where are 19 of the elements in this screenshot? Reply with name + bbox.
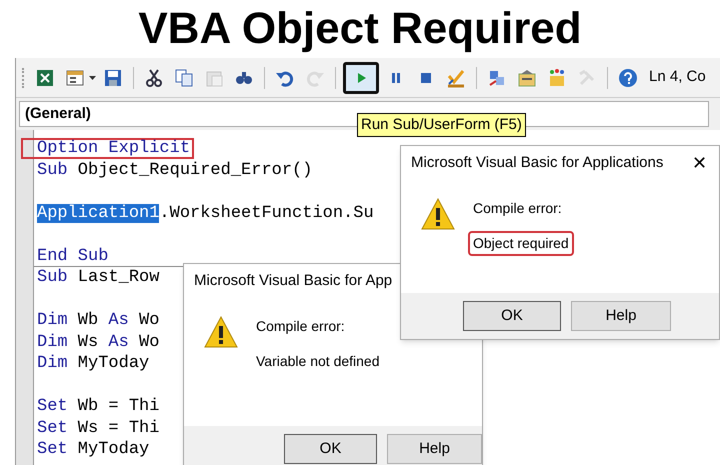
- error-heading: Compile error:: [473, 199, 563, 218]
- dialog-title: Microsoft Visual Basic for App: [194, 270, 392, 291]
- code-line: Dim MyToday: [37, 353, 150, 374]
- code-line: Dim Wb As Wo: [37, 310, 160, 330]
- error-message: Variable not defined: [256, 352, 380, 371]
- code-line: End Sub: [37, 246, 108, 266]
- code-line: Application1.WorksheetFunction.Su: [37, 202, 374, 223]
- code-line: Set MyToday: [37, 439, 150, 460]
- cursor-position: Ln 4, Co: [649, 67, 706, 88]
- code-line: Set Ws = Thi: [37, 418, 160, 438]
- error-message: Object required: [470, 233, 572, 254]
- dialog-title: Microsoft Visual Basic for Applications: [411, 152, 664, 173]
- error-heading: Compile error:: [256, 317, 346, 336]
- code-line: Dim Ws As Wo: [37, 332, 160, 352]
- page-title: VBA Object Required: [138, 7, 582, 51]
- code-line: Sub Object_Required_Error(): [37, 160, 312, 180]
- code-line: Set Wb = Thi: [37, 396, 160, 416]
- code-line: Sub Last_Row: [37, 267, 160, 288]
- tooltip: Run Sub/UserForm (F5): [357, 113, 526, 137]
